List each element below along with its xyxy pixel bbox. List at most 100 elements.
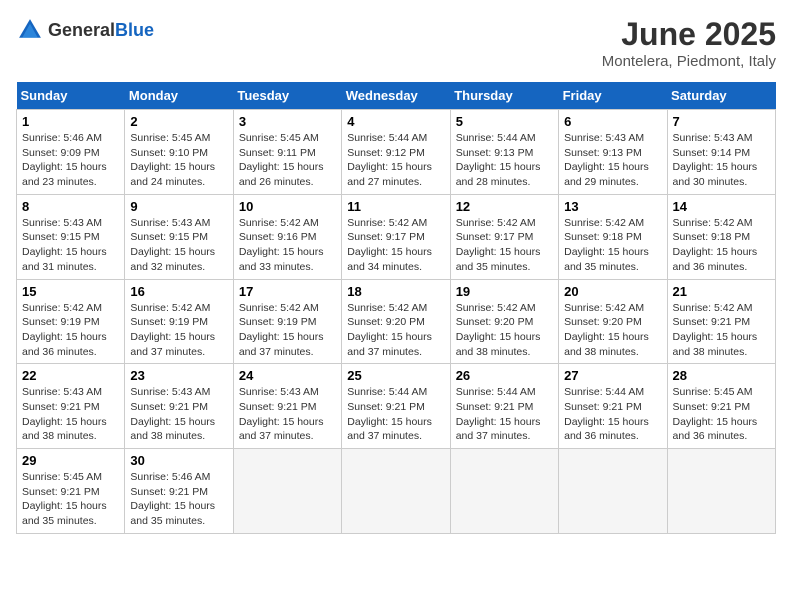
day-detail: Sunrise: 5:44 AMSunset: 9:21 PMDaylight:… (564, 385, 661, 444)
day-number: 12 (456, 199, 553, 214)
day-detail: Sunrise: 5:44 AMSunset: 9:12 PMDaylight:… (347, 131, 444, 190)
table-row: 23 Sunrise: 5:43 AMSunset: 9:21 PMDaylig… (125, 364, 233, 449)
day-detail: Sunrise: 5:44 AMSunset: 9:21 PMDaylight:… (456, 385, 553, 444)
day-number: 10 (239, 199, 336, 214)
calendar-week-row: 8 Sunrise: 5:43 AMSunset: 9:15 PMDayligh… (17, 194, 776, 279)
title-area: June 2025 Montelera, Piedmont, Italy (602, 16, 776, 70)
table-row: 6 Sunrise: 5:43 AMSunset: 9:13 PMDayligh… (559, 110, 667, 195)
day-number: 4 (347, 114, 444, 129)
table-row (342, 449, 450, 534)
day-detail: Sunrise: 5:42 AMSunset: 9:20 PMDaylight:… (456, 301, 553, 360)
calendar-week-row: 22 Sunrise: 5:43 AMSunset: 9:21 PMDaylig… (17, 364, 776, 449)
table-row: 27 Sunrise: 5:44 AMSunset: 9:21 PMDaylig… (559, 364, 667, 449)
logo: GeneralBlue (16, 16, 154, 44)
day-detail: Sunrise: 5:45 AMSunset: 9:11 PMDaylight:… (239, 131, 336, 190)
calendar-header-row: Sunday Monday Tuesday Wednesday Thursday… (17, 82, 776, 110)
day-number: 8 (22, 199, 119, 214)
table-row: 21 Sunrise: 5:42 AMSunset: 9:21 PMDaylig… (667, 279, 775, 364)
table-row: 17 Sunrise: 5:42 AMSunset: 9:19 PMDaylig… (233, 279, 341, 364)
table-row: 18 Sunrise: 5:42 AMSunset: 9:20 PMDaylig… (342, 279, 450, 364)
day-number: 14 (673, 199, 770, 214)
day-detail: Sunrise: 5:42 AMSunset: 9:20 PMDaylight:… (347, 301, 444, 360)
day-number: 24 (239, 368, 336, 383)
day-detail: Sunrise: 5:43 AMSunset: 9:21 PMDaylight:… (239, 385, 336, 444)
location-subtitle: Montelera, Piedmont, Italy (602, 53, 776, 70)
day-detail: Sunrise: 5:42 AMSunset: 9:17 PMDaylight:… (347, 216, 444, 275)
table-row: 5 Sunrise: 5:44 AMSunset: 9:13 PMDayligh… (450, 110, 558, 195)
day-number: 25 (347, 368, 444, 383)
day-detail: Sunrise: 5:45 AMSunset: 9:21 PMDaylight:… (22, 470, 119, 529)
day-number: 16 (130, 284, 227, 299)
day-detail: Sunrise: 5:46 AMSunset: 9:21 PMDaylight:… (130, 470, 227, 529)
day-detail: Sunrise: 5:45 AMSunset: 9:21 PMDaylight:… (673, 385, 770, 444)
col-saturday: Saturday (667, 82, 775, 110)
day-number: 22 (22, 368, 119, 383)
logo-general: General (48, 20, 115, 40)
col-friday: Friday (559, 82, 667, 110)
day-number: 11 (347, 199, 444, 214)
day-detail: Sunrise: 5:43 AMSunset: 9:15 PMDaylight:… (22, 216, 119, 275)
day-number: 28 (673, 368, 770, 383)
table-row: 7 Sunrise: 5:43 AMSunset: 9:14 PMDayligh… (667, 110, 775, 195)
day-number: 9 (130, 199, 227, 214)
table-row: 19 Sunrise: 5:42 AMSunset: 9:20 PMDaylig… (450, 279, 558, 364)
day-detail: Sunrise: 5:42 AMSunset: 9:19 PMDaylight:… (239, 301, 336, 360)
day-number: 15 (22, 284, 119, 299)
table-row: 11 Sunrise: 5:42 AMSunset: 9:17 PMDaylig… (342, 194, 450, 279)
day-detail: Sunrise: 5:42 AMSunset: 9:19 PMDaylight:… (22, 301, 119, 360)
day-number: 6 (564, 114, 661, 129)
day-detail: Sunrise: 5:42 AMSunset: 9:18 PMDaylight:… (564, 216, 661, 275)
calendar-week-row: 15 Sunrise: 5:42 AMSunset: 9:19 PMDaylig… (17, 279, 776, 364)
day-number: 7 (673, 114, 770, 129)
day-number: 13 (564, 199, 661, 214)
table-row (559, 449, 667, 534)
table-row: 3 Sunrise: 5:45 AMSunset: 9:11 PMDayligh… (233, 110, 341, 195)
day-number: 1 (22, 114, 119, 129)
table-row: 28 Sunrise: 5:45 AMSunset: 9:21 PMDaylig… (667, 364, 775, 449)
table-row: 14 Sunrise: 5:42 AMSunset: 9:18 PMDaylig… (667, 194, 775, 279)
day-number: 26 (456, 368, 553, 383)
day-number: 5 (456, 114, 553, 129)
day-number: 29 (22, 453, 119, 468)
col-monday: Monday (125, 82, 233, 110)
table-row: 13 Sunrise: 5:42 AMSunset: 9:18 PMDaylig… (559, 194, 667, 279)
day-detail: Sunrise: 5:42 AMSunset: 9:17 PMDaylight:… (456, 216, 553, 275)
col-tuesday: Tuesday (233, 82, 341, 110)
table-row: 20 Sunrise: 5:42 AMSunset: 9:20 PMDaylig… (559, 279, 667, 364)
calendar-table: Sunday Monday Tuesday Wednesday Thursday… (16, 82, 776, 534)
day-number: 19 (456, 284, 553, 299)
day-number: 20 (564, 284, 661, 299)
col-thursday: Thursday (450, 82, 558, 110)
col-sunday: Sunday (17, 82, 125, 110)
day-detail: Sunrise: 5:42 AMSunset: 9:19 PMDaylight:… (130, 301, 227, 360)
day-detail: Sunrise: 5:43 AMSunset: 9:15 PMDaylight:… (130, 216, 227, 275)
table-row: 9 Sunrise: 5:43 AMSunset: 9:15 PMDayligh… (125, 194, 233, 279)
day-number: 30 (130, 453, 227, 468)
table-row (667, 449, 775, 534)
logo-icon (16, 16, 44, 44)
day-detail: Sunrise: 5:44 AMSunset: 9:13 PMDaylight:… (456, 131, 553, 190)
day-detail: Sunrise: 5:42 AMSunset: 9:21 PMDaylight:… (673, 301, 770, 360)
calendar-week-row: 1 Sunrise: 5:46 AMSunset: 9:09 PMDayligh… (17, 110, 776, 195)
table-row: 10 Sunrise: 5:42 AMSunset: 9:16 PMDaylig… (233, 194, 341, 279)
day-number: 3 (239, 114, 336, 129)
table-row: 30 Sunrise: 5:46 AMSunset: 9:21 PMDaylig… (125, 449, 233, 534)
table-row: 22 Sunrise: 5:43 AMSunset: 9:21 PMDaylig… (17, 364, 125, 449)
day-detail: Sunrise: 5:42 AMSunset: 9:18 PMDaylight:… (673, 216, 770, 275)
table-row (233, 449, 341, 534)
day-number: 27 (564, 368, 661, 383)
day-number: 21 (673, 284, 770, 299)
day-detail: Sunrise: 5:42 AMSunset: 9:16 PMDaylight:… (239, 216, 336, 275)
day-number: 2 (130, 114, 227, 129)
day-detail: Sunrise: 5:43 AMSunset: 9:21 PMDaylight:… (22, 385, 119, 444)
logo-blue: Blue (115, 20, 154, 40)
table-row: 25 Sunrise: 5:44 AMSunset: 9:21 PMDaylig… (342, 364, 450, 449)
day-detail: Sunrise: 5:43 AMSunset: 9:21 PMDaylight:… (130, 385, 227, 444)
table-row: 2 Sunrise: 5:45 AMSunset: 9:10 PMDayligh… (125, 110, 233, 195)
table-row: 24 Sunrise: 5:43 AMSunset: 9:21 PMDaylig… (233, 364, 341, 449)
day-detail: Sunrise: 5:42 AMSunset: 9:20 PMDaylight:… (564, 301, 661, 360)
day-detail: Sunrise: 5:45 AMSunset: 9:10 PMDaylight:… (130, 131, 227, 190)
table-row: 4 Sunrise: 5:44 AMSunset: 9:12 PMDayligh… (342, 110, 450, 195)
col-wednesday: Wednesday (342, 82, 450, 110)
day-number: 17 (239, 284, 336, 299)
